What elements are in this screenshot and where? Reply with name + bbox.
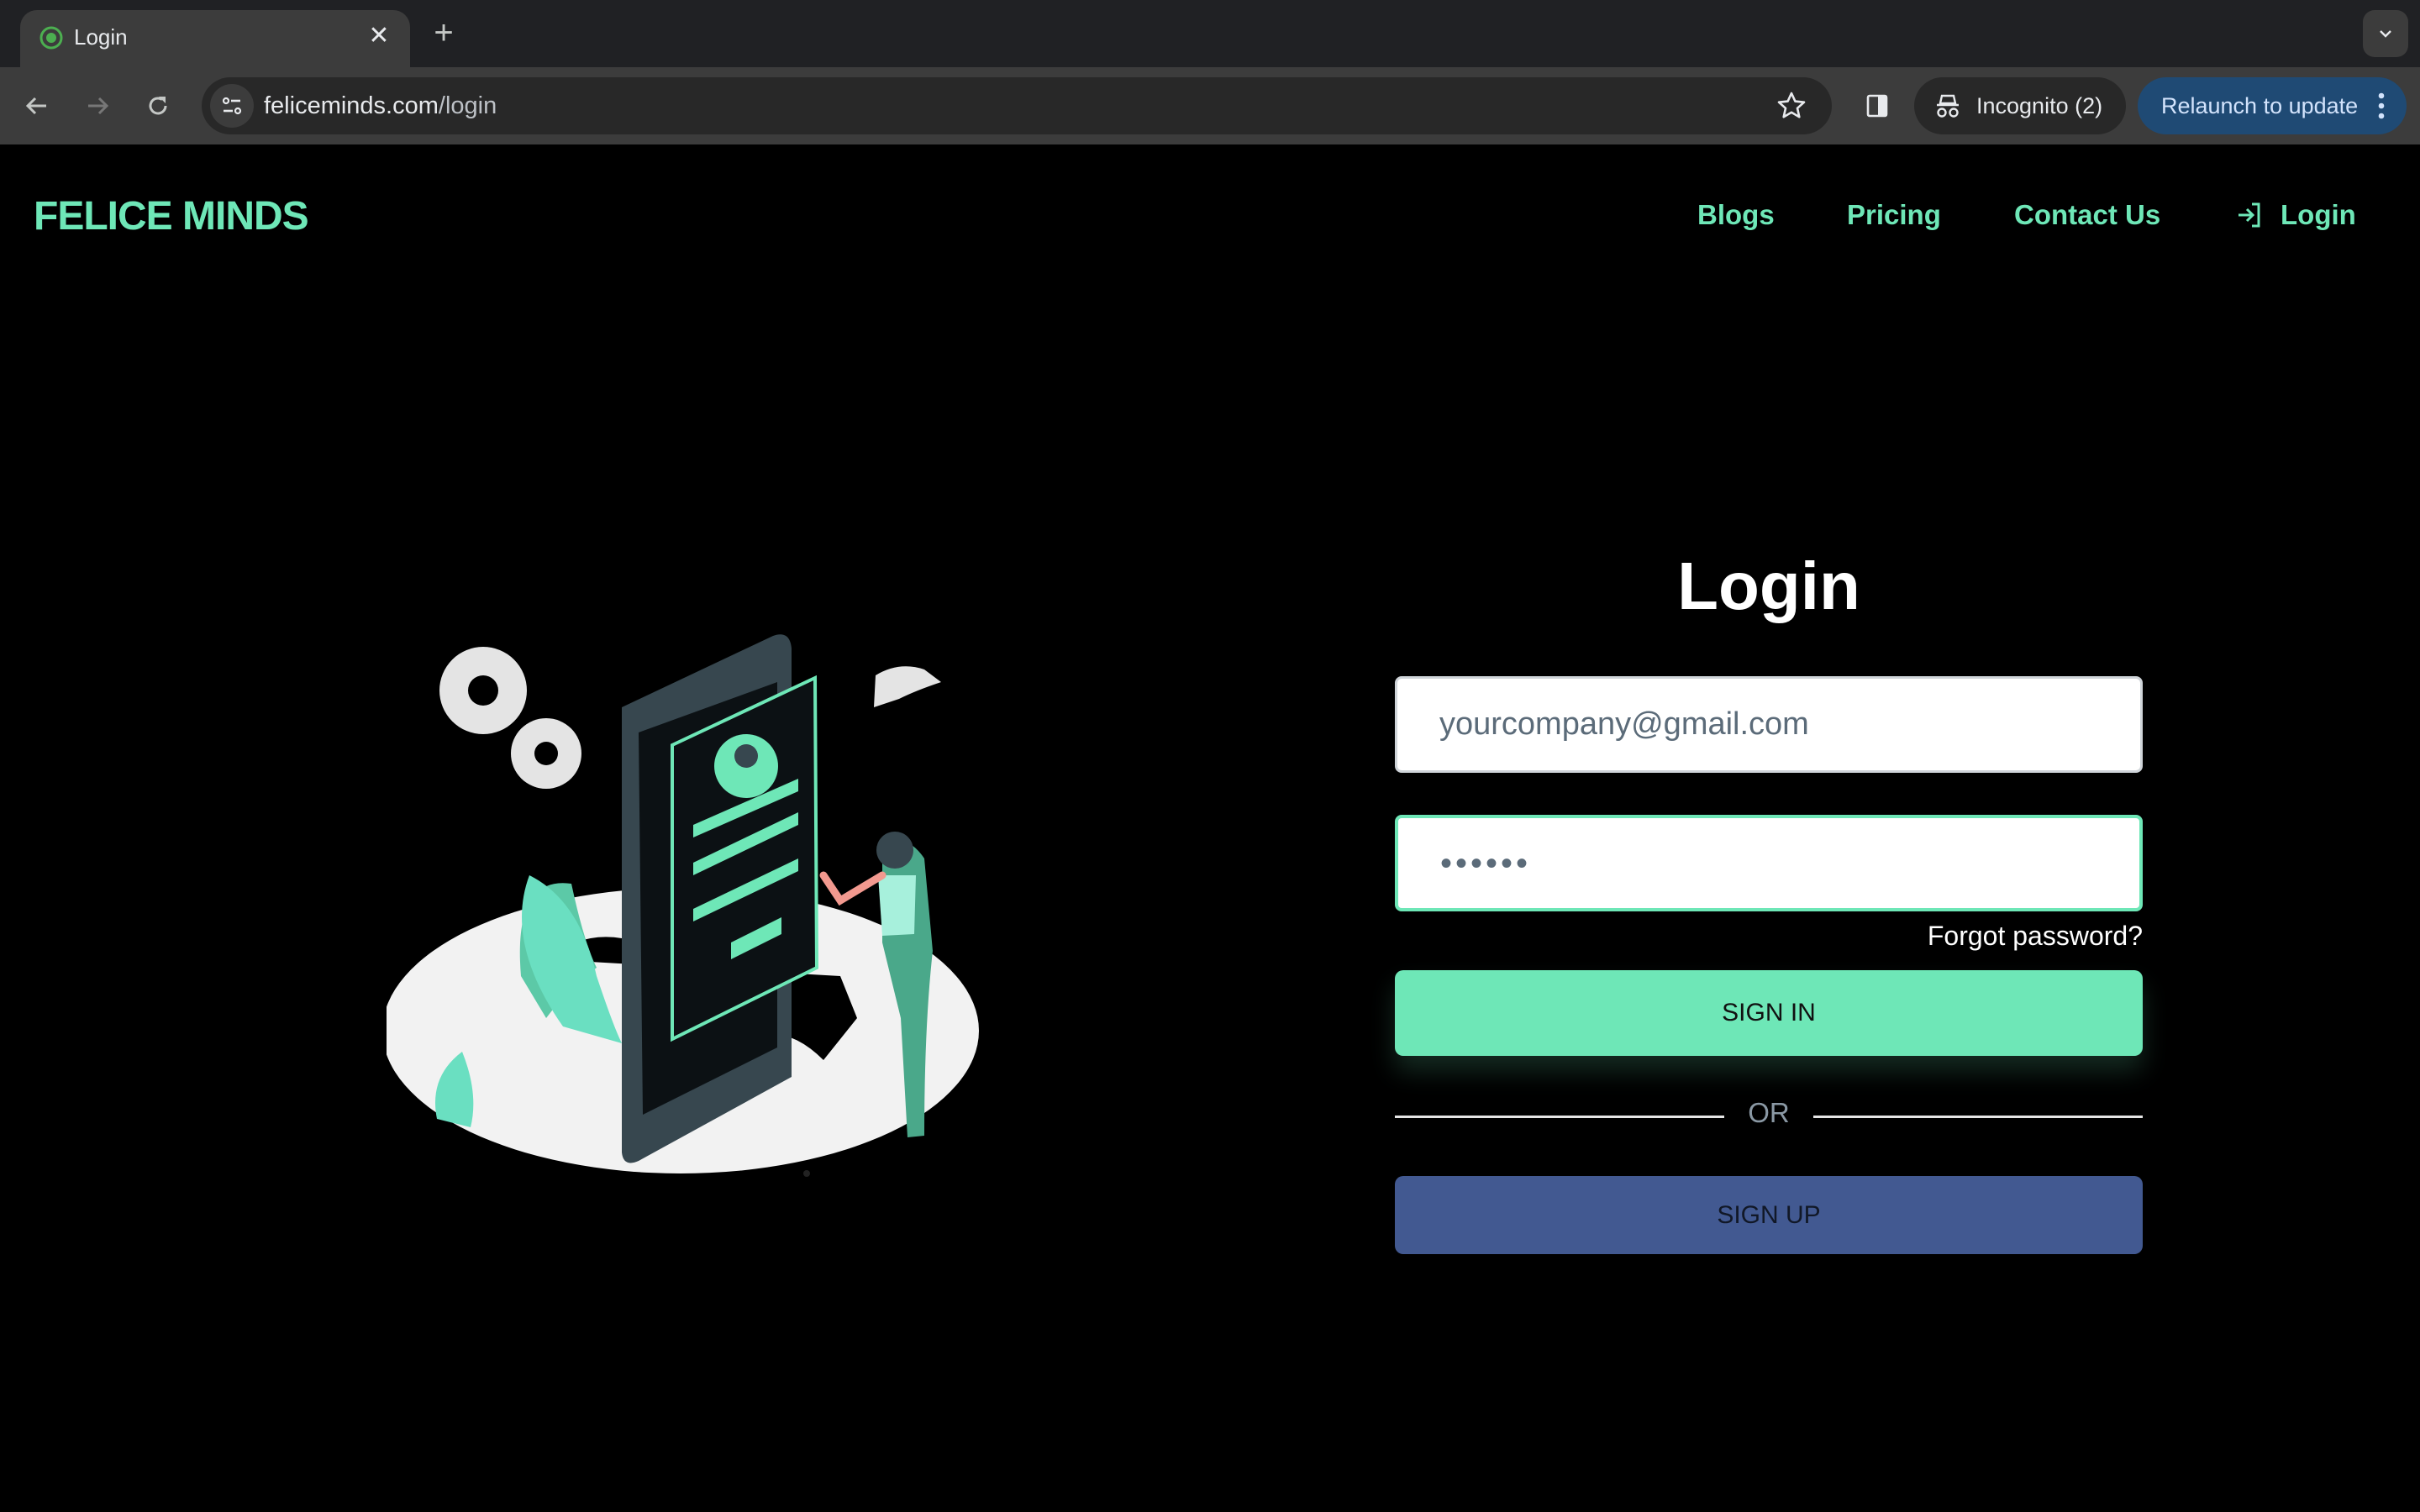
close-icon[interactable]: ✕ [365,22,393,50]
sign-in-button[interactable]: SIGN IN [1395,970,2143,1056]
arrow-right-icon [88,97,109,115]
divider-or-label: OR [1748,1097,1790,1128]
side-panel-button[interactable] [1857,86,1897,126]
reload-icon [149,97,167,115]
divider-line-right [1813,1116,2143,1118]
felice-minds-favicon-icon [39,26,63,50]
tab-title: Login [74,24,128,50]
browser-toolbar: feliceminds.com/login Incognito (2) Rela… [0,67,2420,144]
forward-button[interactable] [77,86,118,126]
password-input[interactable]: •••••• [1395,815,2143,911]
nav-pricing[interactable]: Pricing [1847,198,1941,232]
cloud-icon [874,666,941,707]
address-bar[interactable]: feliceminds.com/login [202,77,1832,134]
nav-contact-us[interactable]: Contact Us [2014,198,2160,232]
nav-blogs[interactable]: Blogs [1697,198,1775,232]
floor-dot [803,1170,810,1177]
gears-icon [439,647,581,789]
site-info-button[interactable] [210,84,254,128]
or-divider: OR [1395,1097,2143,1128]
relaunch-button[interactable]: Relaunch to update [2138,77,2407,134]
url-domain: feliceminds.com [264,92,439,119]
incognito-icon [1937,94,1959,118]
reload-button[interactable] [138,86,178,126]
page-content: FELICE MINDS Blogs Pricing Contact Us Lo… [0,144,2420,1512]
forgot-password-link[interactable]: Forgot password? [1928,921,2143,952]
nav-login-label: Login [2281,199,2356,230]
arrow-left-icon [25,97,46,115]
login-heading: Login [1677,549,1860,623]
relaunch-label: Relaunch to update [2161,93,2359,118]
login-illustration [387,634,979,1177]
plus-icon: + [434,14,454,51]
sign-up-button[interactable]: SIGN UP [1395,1176,2143,1254]
tune-icon [222,97,242,115]
bookmark-star-icon[interactable] [1775,89,1808,123]
side-panel-icon [1866,94,1888,118]
new-tab-button[interactable]: + [427,14,460,51]
url-path: /login [438,92,497,119]
more-vert-icon[interactable] [2373,89,2390,123]
email-input[interactable]: yourcompany@gmail.com [1395,676,2143,773]
back-button[interactable] [17,86,57,126]
url-text: feliceminds.com/login [264,77,497,134]
incognito-label: Incognito (2) [1976,93,2103,118]
chevron-down-icon [2380,30,2391,38]
incognito-indicator[interactable]: Incognito (2) [1914,77,2126,134]
brand-logo[interactable]: FELICE MINDS [34,193,309,239]
tab-strip: Login ✕ + [0,0,2420,77]
tab-search-button[interactable] [2363,10,2408,57]
nav-login[interactable]: Login [2235,198,2356,232]
login-icon [2238,202,2260,228]
